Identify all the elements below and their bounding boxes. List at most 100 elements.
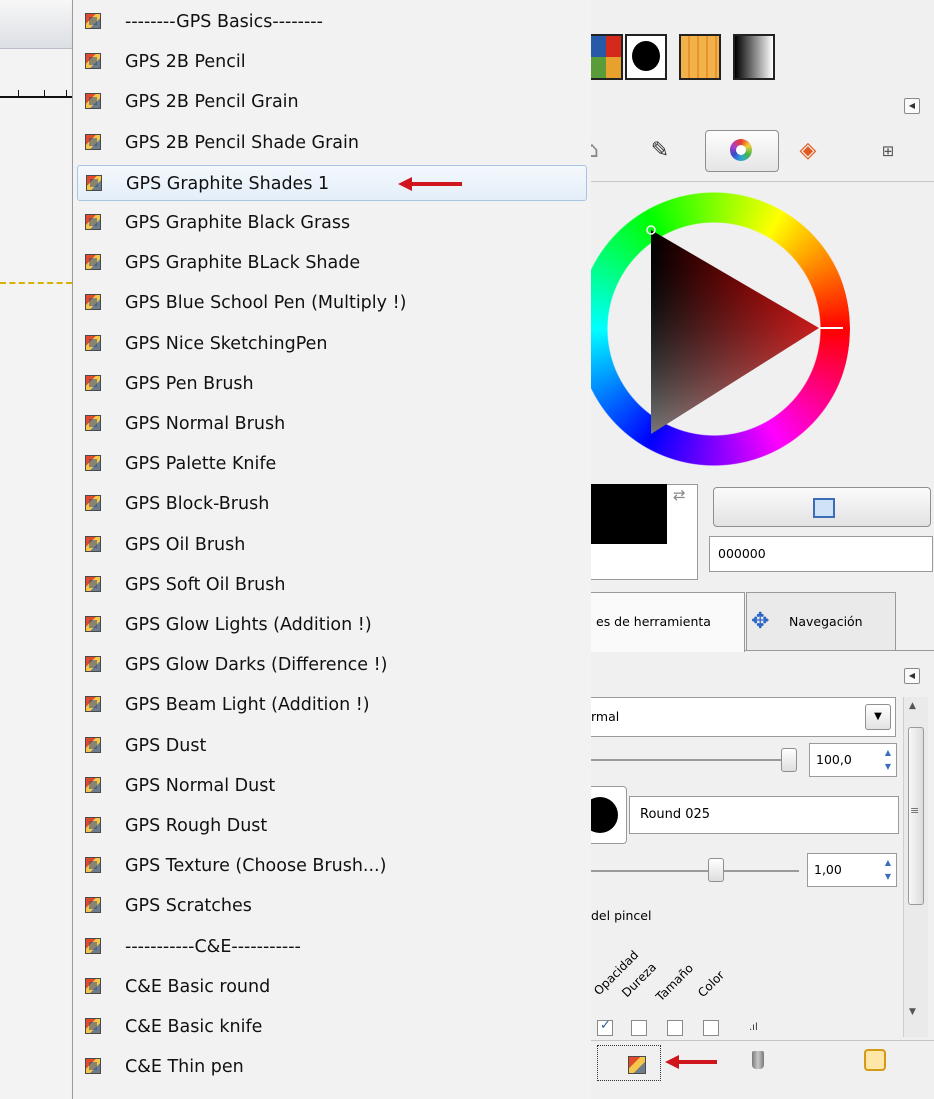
dock-panel: ◀ ⌂ ✎ ◈ ⊞ ⇄ 000000 es de herramienta ✥ N… <box>591 0 934 1099</box>
brush-preset-menu: --------GPS Basics-------- GPS 2B Pencil G… <box>72 0 592 1099</box>
brush-preset-label: C&E Basic knife <box>125 1017 263 1037</box>
brush-preset-item[interactable]: C&E Basic round <box>77 969 587 1005</box>
opacity-value: 100,0 <box>816 752 852 767</box>
brush-preset-icon <box>85 254 101 270</box>
brush-preset-item[interactable]: GPS Palette Knife <box>77 446 587 482</box>
brush-preset-label: GPS Rough Dust <box>125 816 268 836</box>
scroll-down-icon[interactable]: ▼ <box>909 1007 916 1017</box>
brush-preset-item[interactable]: GPS Beam Light (Addition !) <box>77 687 587 723</box>
brush-preset-item[interactable]: GPS Scratches <box>77 888 587 924</box>
pattern-swatch[interactable] <box>591 34 623 80</box>
brush-preview-button[interactable] <box>591 786 627 844</box>
spin-arrows-icon[interactable]: ▲ ▼ <box>882 746 894 774</box>
brush-preset-label: GPS Scratches <box>125 896 252 916</box>
brush-preset-icon <box>85 938 101 954</box>
brush-preset-item[interactable]: GPS Glow Darks (Difference !) <box>77 647 587 683</box>
gradient-swatch[interactable] <box>733 34 775 80</box>
size-spinbox[interactable]: 1,00 ▲ ▼ <box>807 853 897 887</box>
horizontal-ruler <box>0 84 72 98</box>
color-triangle-selector[interactable] <box>591 184 851 474</box>
swap-colors-icon[interactable]: ⇄ <box>673 486 686 504</box>
selection-guide-line <box>0 282 72 284</box>
brush-preset-item[interactable]: GPS Graphite Shades 1 <box>77 165 587 201</box>
size-slider-handle[interactable] <box>708 858 724 882</box>
brush-preset-label: GPS Glow Darks (Difference !) <box>125 655 388 675</box>
palette-icon[interactable]: ◈ <box>795 134 821 168</box>
brush-preset-icon <box>85 656 101 672</box>
tab-tool-options[interactable]: es de herramienta <box>591 592 745 652</box>
channels-icon[interactable]: ⊞ <box>873 134 903 168</box>
brush-preset-item[interactable]: GPS 2B Pencil Shade Grain <box>77 125 587 161</box>
brush-name-field: Round 025 <box>629 796 899 834</box>
brush-preset-icon <box>85 375 101 391</box>
size-slider-track[interactable] <box>591 870 799 872</box>
brush-preset-label: C&E Thin pen <box>125 1057 244 1077</box>
brush-preset-item[interactable]: GPS Blue School Pen (Multiply !) <box>77 285 587 321</box>
brush-preset-label: --------GPS Basics-------- <box>125 12 323 32</box>
hex-color-input[interactable]: 000000 <box>709 536 933 572</box>
graph-icon: .ıl <box>749 1022 758 1033</box>
paint-mode-select[interactable]: rmal ▼ <box>591 697 896 737</box>
dyn-color-checkbox[interactable] <box>703 1020 719 1036</box>
dyn-hardness-checkbox[interactable] <box>631 1020 647 1036</box>
scroll-thumb[interactable] <box>908 727 924 905</box>
brush-preset-item[interactable]: GPS Rough Dust <box>77 808 587 844</box>
paintbrush-icon[interactable]: ✎ <box>647 134 673 168</box>
brush-preset-icon <box>85 13 101 29</box>
brush-preset-icon <box>85 455 101 471</box>
tab-menu-button[interactable]: ◀ <box>904 98 920 114</box>
brush-preset-item[interactable]: GPS 2B Pencil <box>77 44 587 80</box>
brush-preset-item[interactable]: GPS Oil Brush <box>77 527 587 563</box>
dyn-size-checkbox[interactable] <box>667 1020 683 1036</box>
opacity-spinbox[interactable]: 100,0 ▲ ▼ <box>809 743 897 777</box>
brush-swatch[interactable] <box>625 34 667 80</box>
foreground-color-swatch[interactable] <box>591 484 667 544</box>
options-menu-button[interactable]: ◀ <box>904 668 920 684</box>
brush-preset-item[interactable]: GPS Nice SketchingPen <box>77 326 587 362</box>
pattern-stripes-swatch[interactable] <box>679 34 721 80</box>
restore-icon[interactable] <box>864 1049 886 1071</box>
fonts-icon[interactable]: ⌂ <box>591 134 603 168</box>
brush-preset-item[interactable]: GPS 2B Pencil Grain <box>77 84 587 120</box>
brush-preset-icon <box>85 214 101 230</box>
options-tab-strip: es de herramienta ✥ Navegación <box>591 592 934 652</box>
brush-preset-item[interactable]: --------GPS Basics-------- <box>77 4 587 40</box>
brush-preset-item[interactable]: -----------C&E----------- <box>77 929 587 965</box>
brush-preset-icon <box>628 1056 646 1074</box>
color-picker-button[interactable] <box>713 487 931 527</box>
brush-preset-item[interactable]: C&E Thin pen <box>77 1049 587 1085</box>
brush-preset-item[interactable]: GPS Block-Brush <box>77 486 587 522</box>
dialog-tab-icons: ⌂ ✎ ◈ ⊞ <box>591 128 934 180</box>
brush-preset-item[interactable]: GPS Normal Brush <box>77 406 587 442</box>
brush-preset-label: GPS 2B Pencil <box>125 52 246 72</box>
brush-preset-item[interactable]: GPS Soft Oil Brush <box>77 567 587 603</box>
chevron-down-icon[interactable]: ▼ <box>865 704 891 730</box>
spin-arrows-icon[interactable]: ▲ ▼ <box>882 856 894 884</box>
brush-preset-label: GPS Soft Oil Brush <box>125 575 286 595</box>
options-scrollbar[interactable]: ▲ ▼ <box>903 697 928 1037</box>
brush-preset-label: GPS Blue School Pen (Multiply !) <box>125 293 407 313</box>
save-preset-button[interactable] <box>597 1045 661 1081</box>
scroll-up-icon[interactable]: ▲ <box>909 701 916 711</box>
brush-preset-item[interactable]: GPS Graphite BLack Shade <box>77 245 587 281</box>
brush-preset-icon <box>85 1018 101 1034</box>
brush-preset-item[interactable]: GPS Texture (Choose Brush...) <box>77 848 587 884</box>
brush-preset-item[interactable]: GPS Pen Brush <box>77 366 587 402</box>
opacity-slider-handle[interactable] <box>781 748 797 772</box>
brush-preset-icon <box>85 978 101 994</box>
tab-navigation[interactable]: ✥ Navegación <box>746 592 896 650</box>
opacity-slider-track[interactable] <box>591 759 781 761</box>
brush-preset-icon <box>86 175 102 191</box>
brush-preset-item[interactable]: C&E Basic knife <box>77 1009 587 1045</box>
brush-preset-item[interactable]: GPS Normal Dust <box>77 768 587 804</box>
brush-preset-item[interactable]: GPS Dust <box>77 728 587 764</box>
eyedropper-icon <box>813 498 835 518</box>
color-dialog-tab[interactable] <box>705 130 779 172</box>
brush-dynamics-label: del pincel <box>591 908 652 923</box>
dyn-opacity-checkbox[interactable] <box>597 1018 613 1036</box>
trash-icon[interactable] <box>752 1051 764 1069</box>
brush-preset-icon <box>85 415 101 431</box>
brush-preset-item[interactable]: GPS Graphite Black Grass <box>77 205 587 241</box>
brush-preset-item[interactable]: GPS Glow Lights (Addition !) <box>77 607 587 643</box>
image-canvas[interactable] <box>0 0 72 1099</box>
